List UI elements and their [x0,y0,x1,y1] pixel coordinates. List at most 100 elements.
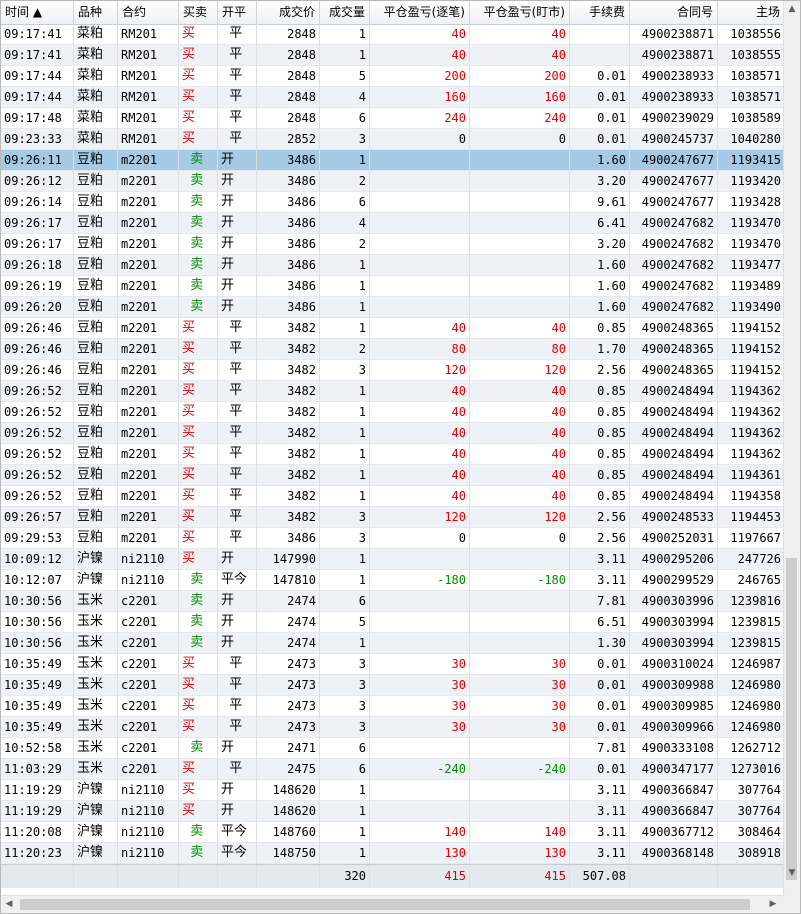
table-row[interactable]: 09:26:52 豆粕 m2201 买 平 3482 1 40 40 0.85 490024849… [1,381,785,402]
table-row[interactable]: 09:26:52 豆粕 m2201 买 平 3482 1 40 40 0.85 490024849… [1,423,785,444]
vertical-scroll-thumb[interactable] [786,558,797,880]
cell-product: 沪镍 [74,822,118,843]
column-header-volume[interactable]: 成交量 [320,1,370,24]
horizontal-scrollbar[interactable]: ◀ ▶ [1,895,785,913]
cell-contract_no: 4900333108 [630,738,718,759]
cell-product: 沪镍 [74,780,118,801]
cell-contract: m2201 [118,465,179,486]
table-row[interactable]: 10:35:49 玉米 c2201 买 平 2473 3 30 30 0.01 490030998… [1,696,785,717]
cell-pnl_trade [370,213,470,234]
table-row[interactable]: 09:23:33 菜粕 RM201 买 平 2852 3 0 0 0.01 4900245737 1… [1,129,785,150]
table-row[interactable]: 09:17:41 菜粕 RM201 买 平 2848 1 40 40 4900238871 103… [1,45,785,66]
column-header-pnl_trade[interactable]: 平仓盈亏(逐笔) [370,1,470,24]
table-row[interactable]: 10:30:56 玉米 c2201 卖开 2474 6 7.81 4900303996 123… [1,591,785,612]
cell-side: 买 [179,423,218,444]
table-row[interactable]: 09:26:52 豆粕 m2201 买 平 3482 1 40 40 0.85 490024849… [1,402,785,423]
cell-contract: m2201 [118,192,179,213]
cell-pnl_trade: 120 [370,507,470,528]
column-header-fee[interactable]: 手续费 [570,1,630,24]
cell-side: 买 [179,24,218,45]
cell-side: 买 [179,465,218,486]
table-row[interactable]: 09:26:17 豆粕 m2201 卖开 3486 4 6.41 4900247682 119… [1,213,785,234]
cell-pnl_trade: 80 [370,339,470,360]
table-row[interactable]: 09:26:12 豆粕 m2201 卖开 3486 2 3.20 4900247677 119… [1,171,785,192]
table-row[interactable]: 09:17:48 菜粕 RM201 买 平 2848 6 240 240 0.01 4900239… [1,108,785,129]
column-header-time[interactable]: 时间 ▲ [1,1,74,24]
cell-pnl_mtm: 40 [470,381,570,402]
table-row[interactable]: 09:17:41 菜粕 RM201 买 平 2848 1 40 40 4900238871 103… [1,24,785,45]
cell-openclose: 开 [218,213,257,234]
column-header-price[interactable]: 成交价 [257,1,320,24]
column-header-side[interactable]: 买卖 [179,1,218,24]
table-row[interactable]: 09:29:53 豆粕 m2201 买 平 3486 3 0 0 2.56 4900252031 1… [1,528,785,549]
cell-product: 菜粕 [74,129,118,150]
cell-contract: m2201 [118,381,179,402]
cell-product: 玉米 [74,654,118,675]
table-row[interactable]: 09:26:46 豆粕 m2201 买 平 3482 3 120 120 2.56 4900248… [1,360,785,381]
cell-price: 2848 [257,45,320,66]
cell-side: 卖 [179,192,218,213]
total-side [179,865,218,888]
cell-fee: 3.11 [570,843,630,864]
table-row[interactable]: 11:20:08 沪镍 ni2110 卖平今 148760 1 140 140 3.11 490… [1,822,785,843]
table-row[interactable]: 11:20:23 沪镍 ni2110 卖平今 148750 1 130 130 3.11 490… [1,843,785,864]
column-header-main_no[interactable]: 主场 [718,1,785,24]
cell-pnl_trade: 40 [370,381,470,402]
column-header-openclose[interactable]: 开平 [218,1,257,24]
cell-product: 豆粕 [74,423,118,444]
scroll-up-arrow-icon[interactable]: ▲ [784,1,800,17]
table-row[interactable]: 11:03:29 玉米 c2201 买 平 2475 6 -240 -240 0.01 49003… [1,759,785,780]
table-row[interactable]: 11:19:29 沪镍 ni2110 买开 148620 1 3.11 4900366847 3… [1,780,785,801]
scroll-right-arrow-icon[interactable]: ▶ [765,896,781,912]
table-row[interactable]: 09:26:57 豆粕 m2201 买 平 3482 3 120 120 2.56 4900248… [1,507,785,528]
table-row[interactable]: 10:35:49 玉米 c2201 买 平 2473 3 30 30 0.01 490030996… [1,717,785,738]
cell-price: 2848 [257,66,320,87]
table-row[interactable]: 09:26:11 豆粕 m2201 卖开 3486 1 1.60 4900247677 119… [1,150,785,171]
cell-pnl_trade: 240 [370,108,470,129]
table-row[interactable]: 09:26:14 豆粕 m2201 卖开 3486 6 9.61 4900247677 119… [1,192,785,213]
table-row[interactable]: 10:09:12 沪镍 ni2110 买开 147990 1 3.11 4900295206 2… [1,549,785,570]
column-header-contract_no[interactable]: 合同号 [630,1,718,24]
column-header-pnl_mtm[interactable]: 平仓盈亏(盯市) [470,1,570,24]
cell-volume: 1 [320,843,370,864]
table-row[interactable]: 10:12:07 沪镍 ni2110 卖平今 147810 1 -180 -180 3.11 4… [1,570,785,591]
cell-product: 菜粕 [74,108,118,129]
cell-side: 买 [179,381,218,402]
scroll-down-arrow-icon[interactable]: ▼ [784,865,800,881]
cell-product: 豆粕 [74,255,118,276]
cell-contract_no: 4900248494 [630,444,718,465]
cell-product: 豆粕 [74,339,118,360]
table-row[interactable]: 09:26:46 豆粕 m2201 买 平 3482 2 80 80 1.70 490024836… [1,339,785,360]
table-row[interactable]: 09:26:18 豆粕 m2201 卖开 3486 1 1.60 4900247682 119… [1,255,785,276]
horizontal-scroll-thumb[interactable] [20,899,750,910]
cell-product: 豆粕 [74,192,118,213]
table-row[interactable]: 09:17:44 菜粕 RM201 买 平 2848 4 160 160 0.01 4900238… [1,87,785,108]
scroll-left-arrow-icon[interactable]: ◀ [1,896,17,912]
column-header-product[interactable]: 品种 [74,1,118,24]
table-row[interactable]: 09:26:52 豆粕 m2201 买 平 3482 1 40 40 0.85 490024849… [1,465,785,486]
table-row[interactable]: 09:26:46 豆粕 m2201 买 平 3482 1 40 40 0.85 490024836… [1,318,785,339]
cell-volume: 3 [320,507,370,528]
cell-openclose: 平 [218,423,257,444]
table-row[interactable]: 09:26:52 豆粕 m2201 买 平 3482 1 40 40 0.85 490024849… [1,444,785,465]
table-row[interactable]: 10:52:58 玉米 c2201 卖开 2471 6 7.81 4900333108 126… [1,738,785,759]
cell-side: 卖 [179,843,218,864]
cell-time: 09:26:52 [1,465,74,486]
table-row[interactable]: 09:17:44 菜粕 RM201 买 平 2848 5 200 200 0.01 4900238… [1,66,785,87]
column-header-contract[interactable]: 合约 [118,1,179,24]
cell-fee: 0.01 [570,129,630,150]
table-row[interactable]: 09:26:19 豆粕 m2201 卖开 3486 1 1.60 4900247682 119… [1,276,785,297]
table-row[interactable]: 10:35:49 玉米 c2201 买 平 2473 3 30 30 0.01 490031002… [1,654,785,675]
table-row[interactable]: 10:30:56 玉米 c2201 卖开 2474 1 1.30 4900303994 123… [1,633,785,654]
table-row[interactable]: 09:26:52 豆粕 m2201 买 平 3482 1 40 40 0.85 490024849… [1,486,785,507]
cell-contract: c2201 [118,654,179,675]
cell-main_no: 1038556 [718,24,785,45]
cell-pnl_trade: -180 [370,570,470,591]
table-row[interactable]: 09:26:20 豆粕 m2201 卖开 3486 1 1.60 4900247682 119… [1,297,785,318]
vertical-scrollbar[interactable]: ▲ ▼ [783,1,800,897]
table-row[interactable]: 10:30:56 玉米 c2201 卖开 2474 5 6.51 4900303994 123… [1,612,785,633]
table-row[interactable]: 09:26:17 豆粕 m2201 卖开 3486 2 3.20 4900247682 119… [1,234,785,255]
table-row[interactable]: 11:19:29 沪镍 ni2110 买开 148620 1 3.11 4900366847 3… [1,801,785,822]
cell-pnl_mtm [470,255,570,276]
table-row[interactable]: 10:35:49 玉米 c2201 买 平 2473 3 30 30 0.01 490030998… [1,675,785,696]
